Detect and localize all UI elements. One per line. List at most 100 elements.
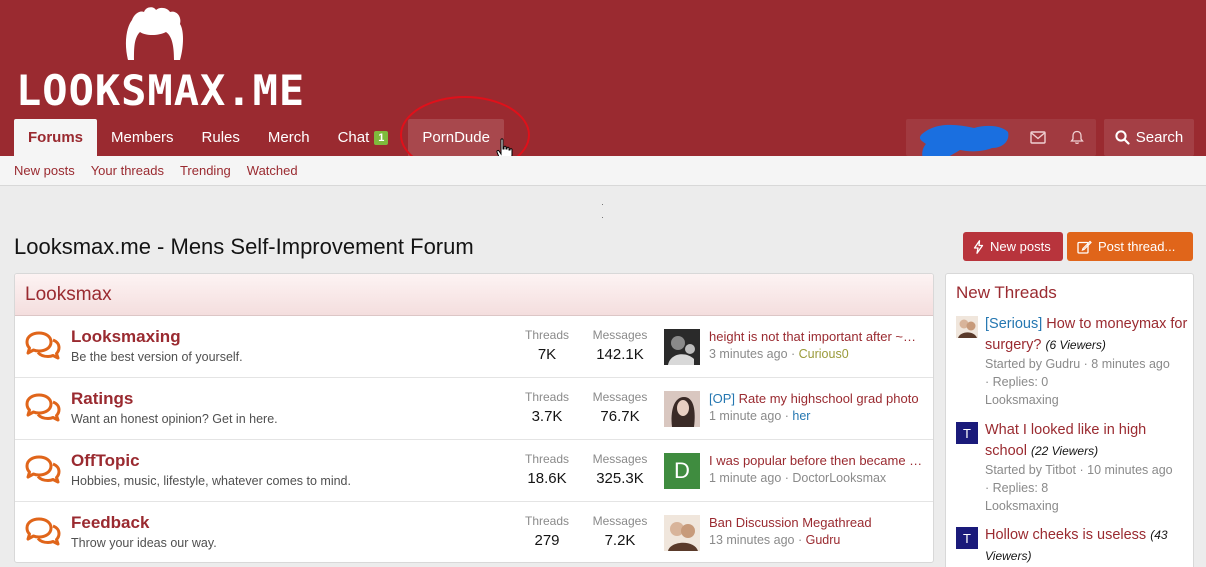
sidebar-heading[interactable]: New Threads bbox=[956, 283, 1057, 303]
latest-user-link[interactable]: her bbox=[792, 409, 810, 423]
chat-bubbles-icon bbox=[25, 331, 61, 360]
latest-time: 3 minutes ago bbox=[709, 347, 788, 361]
forum-category-block: Looksmax Looksmaxing Be the best version… bbox=[14, 273, 934, 563]
thread-prefix: [OP] bbox=[709, 391, 736, 406]
ad-placeholder-dots bbox=[602, 204, 604, 224]
user-avatar[interactable] bbox=[956, 316, 978, 338]
latest-thread-link[interactable]: I was popular before then became … bbox=[709, 453, 923, 468]
forum-node-title[interactable]: Feedback bbox=[71, 513, 149, 533]
forum-node-description: Throw your ideas our way. bbox=[71, 536, 217, 550]
post-thread-label: Post thread... bbox=[1098, 239, 1176, 254]
new-posts-button[interactable]: New posts bbox=[963, 232, 1063, 261]
latest-thread-link[interactable]: Ban Discussion Megathread bbox=[709, 515, 923, 530]
forum-node: Ratings Want an honest opinion? Get in h… bbox=[15, 378, 933, 440]
search-icon bbox=[1115, 130, 1130, 145]
viewer-count: (6 Viewers) bbox=[1045, 338, 1106, 352]
post-thread-button[interactable]: Post thread... bbox=[1067, 232, 1193, 261]
sidebar-thread-link[interactable]: [Serious] How to moneymax for surgery? (… bbox=[985, 314, 1191, 356]
forum-node-description: Want an honest opinion? Get in here. bbox=[71, 412, 278, 426]
latest-thread-link[interactable]: height is not that important after ~… bbox=[709, 329, 923, 344]
forum-node: OffTopic Hobbies, music, lifestyle, what… bbox=[15, 440, 933, 502]
latest-user-link[interactable]: Curious0 bbox=[799, 347, 849, 361]
page-title: Looksmax.me - Mens Self-Improvement Foru… bbox=[14, 234, 474, 259]
threads-stat: Threads 18.6K bbox=[524, 452, 570, 487]
latest-user-link[interactable]: Gudru bbox=[806, 533, 841, 547]
forum-node-description: Be the best version of yourself. bbox=[71, 350, 243, 364]
latest-time: 13 minutes ago bbox=[709, 533, 795, 547]
user-avatar[interactable]: T bbox=[956, 422, 978, 444]
user-avatar[interactable] bbox=[664, 329, 700, 365]
nav-tab-members[interactable]: Members bbox=[97, 119, 188, 156]
sidebar-thread-started: Started by Titbot · 10 minutes ago bbox=[985, 463, 1173, 477]
avatar-letter: D bbox=[674, 458, 690, 483]
latest-post-meta: 3 minutes ago · Curious0 bbox=[709, 347, 849, 361]
nav-tab-merch[interactable]: Merch bbox=[254, 119, 324, 156]
user-avatar[interactable]: T bbox=[956, 527, 978, 549]
search-button-label: Search bbox=[1135, 129, 1184, 146]
site-header: LOOKSMAX.ME Forums Members Rules Merch C… bbox=[0, 0, 1206, 174]
sidebar-thread-item: T Hollow cheeks is useless (43 Viewers) bbox=[956, 525, 1192, 567]
messages-stat: Messages 76.7K bbox=[592, 390, 648, 425]
hair-logo-icon bbox=[125, 7, 183, 60]
envelope-icon bbox=[1030, 131, 1046, 144]
latest-time: 1 minute ago bbox=[709, 409, 782, 423]
avatar-letter: T bbox=[963, 530, 971, 546]
sidebar-thread-link[interactable]: What I looked like in high school (22 Vi… bbox=[985, 420, 1191, 462]
edit-icon bbox=[1077, 240, 1092, 254]
sidebar-thread-item: T What I looked like in high school (22 … bbox=[956, 420, 1192, 516]
latest-user-link[interactable]: DoctorLooksmax bbox=[792, 471, 886, 485]
nav-tab-label: Members bbox=[111, 129, 174, 146]
sidebar-thread-forum[interactable]: Looksmaxing bbox=[985, 497, 1059, 515]
user-avatar[interactable]: D bbox=[664, 453, 700, 489]
thread-prefix: [Serious] bbox=[985, 316, 1043, 332]
search-button[interactable]: Search bbox=[1104, 119, 1194, 156]
nav-tab-rules[interactable]: Rules bbox=[188, 119, 254, 156]
avatar-letter: T bbox=[963, 425, 971, 441]
forum-node-description: Hobbies, music, lifestyle, whatever come… bbox=[71, 474, 351, 488]
nav-tab-forums[interactable]: Forums bbox=[14, 119, 98, 156]
subnav-watched[interactable]: Watched bbox=[247, 163, 298, 178]
alerts-button[interactable] bbox=[1059, 119, 1095, 156]
lightning-icon bbox=[973, 239, 984, 254]
sidebar-thread-replies: · Replies: 8 bbox=[985, 481, 1049, 495]
forum-node: Looksmaxing Be the best version of yours… bbox=[15, 316, 933, 378]
threads-stat: Threads 279 bbox=[524, 514, 570, 549]
inbox-button[interactable] bbox=[1020, 119, 1056, 156]
sub-nav: New posts Your threads Trending Watched bbox=[0, 156, 1206, 186]
chat-bubbles-icon bbox=[25, 393, 61, 422]
user-avatar[interactable] bbox=[664, 391, 700, 427]
new-threads-sidebar: New Threads [Serious] How to moneymax fo… bbox=[945, 273, 1194, 567]
site-logo[interactable]: LOOKSMAX.ME bbox=[16, 66, 305, 115]
nav-tab-label: Rules bbox=[201, 129, 240, 146]
sidebar-thread-replies: · Replies: 0 bbox=[985, 375, 1049, 389]
threads-stat: Threads 7K bbox=[524, 328, 570, 363]
viewer-count: (22 Viewers) bbox=[1030, 444, 1099, 458]
latest-time: 1 minute ago bbox=[709, 471, 782, 485]
sidebar-thread-link[interactable]: Hollow cheeks is useless (43 Viewers) bbox=[985, 525, 1191, 567]
messages-stat: Messages 7.2K bbox=[592, 514, 648, 549]
messages-stat: Messages 325.3K bbox=[592, 452, 648, 487]
latest-post-meta: 1 minute ago · her bbox=[709, 409, 811, 423]
category-header[interactable]: Looksmax bbox=[15, 274, 933, 316]
subnav-new-posts[interactable]: New posts bbox=[14, 163, 75, 178]
new-posts-label: New posts bbox=[990, 239, 1051, 254]
subnav-trending[interactable]: Trending bbox=[180, 163, 231, 178]
sidebar-thread-forum[interactable]: Looksmaxing bbox=[985, 391, 1059, 409]
latest-post-meta: 1 minute ago · DoctorLooksmax bbox=[709, 471, 887, 485]
latest-thread-title: Rate my highschool grad photo bbox=[738, 391, 919, 406]
latest-post-meta: 13 minutes ago · Gudru bbox=[709, 533, 841, 547]
bell-icon bbox=[1070, 130, 1084, 144]
nav-tab-chat[interactable]: Chat 1 bbox=[324, 119, 403, 156]
forum-node-title[interactable]: Ratings bbox=[71, 389, 133, 409]
sidebar-thread-item: [Serious] How to moneymax for surgery? (… bbox=[956, 314, 1192, 410]
messages-stat: Messages 142.1K bbox=[592, 328, 648, 363]
user-avatar[interactable] bbox=[664, 515, 700, 551]
forum-node: Feedback Throw your ideas our way. Threa… bbox=[15, 502, 933, 562]
latest-thread-link[interactable]: [OP] Rate my highschool grad photo bbox=[709, 391, 923, 406]
nav-tab-label: Chat bbox=[337, 129, 370, 146]
chat-count-badge: 1 bbox=[374, 130, 389, 145]
forum-node-title[interactable]: Looksmaxing bbox=[71, 327, 181, 347]
forum-node-title[interactable]: OffTopic bbox=[71, 451, 140, 471]
subnav-your-threads[interactable]: Your threads bbox=[91, 163, 164, 178]
nav-tab-label: Merch bbox=[267, 129, 310, 146]
